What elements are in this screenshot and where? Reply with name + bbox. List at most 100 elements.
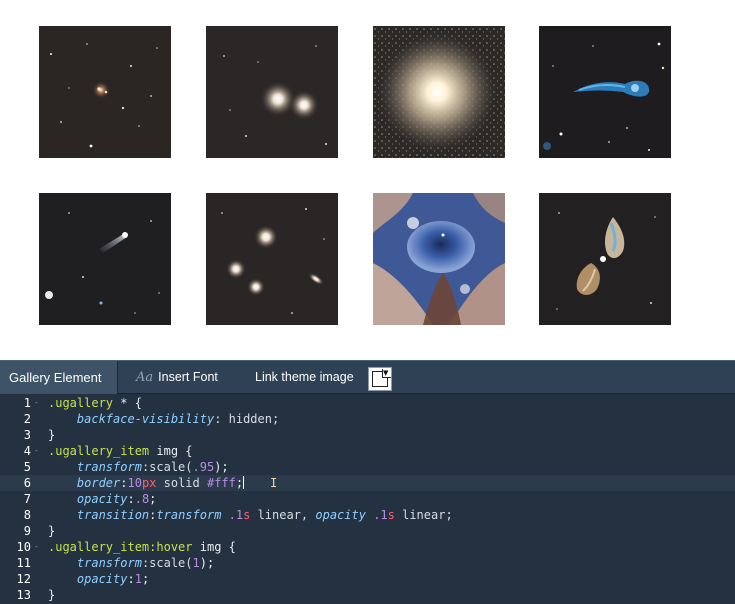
code-token: transform <box>76 460 142 474</box>
code-token: s <box>387 508 395 522</box>
line-gutter: 4- <box>0 443 44 459</box>
code-line[interactable]: 5 transform:scale(.95); <box>0 459 735 475</box>
gallery-image-nebula-clouds[interactable] <box>373 193 505 325</box>
code-line[interactable]: 8 transition:transform .1s linear, opaci… <box>0 507 735 523</box>
line-number: 10 <box>16 540 31 554</box>
code-token: .8 <box>134 492 150 506</box>
tab-gallery-element[interactable]: Gallery Element <box>0 361 118 394</box>
code-token: * { <box>113 396 142 410</box>
code-token: .1 <box>228 508 244 522</box>
line-number: 1 <box>23 396 31 410</box>
code-line[interactable]: 12 opacity:1; <box>0 571 735 587</box>
insert-font-label: Insert Font <box>158 370 218 384</box>
twin-galaxies-image <box>206 26 338 158</box>
insert-font-button[interactable]: Aa Insert Font <box>136 361 218 394</box>
code-line[interactable]: 4- .ugallery_item img { <box>0 443 735 459</box>
line-gutter: 1- <box>0 395 44 411</box>
line-gutter: 2 <box>0 411 44 427</box>
code-token: border <box>76 476 121 490</box>
code-token: backface-visibility <box>76 412 215 426</box>
gallery-image-galaxy-sparse-field[interactable] <box>39 26 171 158</box>
code-token: transform <box>76 556 142 570</box>
comet-galaxy-image <box>39 193 171 325</box>
gallery-image-comet-galaxy[interactable] <box>39 193 171 325</box>
code-token: ; <box>235 476 244 490</box>
code-token: 1 <box>192 556 200 570</box>
text-caret <box>243 476 245 489</box>
code-token: ); <box>199 556 215 570</box>
line-number: 2 <box>23 412 31 426</box>
nebula-clouds-image <box>373 193 505 325</box>
css-editor-panel: Gallery Element Aa Insert Font Link theme… <box>0 360 735 604</box>
line-number: 11 <box>16 556 31 570</box>
code-token: } <box>48 428 56 442</box>
code-token: ); <box>214 460 229 474</box>
code-token: ; <box>149 492 157 506</box>
code-token: .ugallery_item <box>48 444 150 458</box>
code-editor[interactable]: 1- .ugallery * {2 backface-visibility: hi… <box>0 395 735 604</box>
code-line[interactable]: 9} <box>0 523 735 539</box>
code-line[interactable]: 3} <box>0 427 735 443</box>
code-token: .95 <box>192 460 215 474</box>
code-text: .ugallery_item img { <box>48 443 193 459</box>
code-token: :scale( <box>141 556 193 570</box>
fold-toggle-icon[interactable]: - <box>34 539 39 555</box>
gallery-image-bipolar-nebula[interactable] <box>539 193 671 325</box>
code-token: opacity <box>315 508 366 522</box>
code-text: border:10px solid #fff; <box>48 475 245 491</box>
code-token: 10 <box>127 476 142 490</box>
code-line[interactable]: 11 transform:scale(1); <box>0 555 735 571</box>
galaxy-sparse-field-image <box>39 26 171 158</box>
code-token: ; <box>141 572 150 586</box>
code-token: linear; <box>394 508 453 522</box>
code-token: : <box>120 476 128 490</box>
code-line[interactable]: 6 I border:10px solid #fff; <box>0 475 735 491</box>
line-number: 8 <box>23 508 31 522</box>
code-token: solid <box>156 476 207 490</box>
gallery-image-galaxy-group[interactable] <box>206 193 338 325</box>
code-token: } <box>48 524 56 538</box>
galaxy-group-image <box>206 193 338 325</box>
code-token: linear, <box>250 508 316 522</box>
mouse-ibeam-icon: I <box>270 476 278 490</box>
code-token: px <box>141 476 157 490</box>
code-line[interactable]: 2 backface-visibility: hidden; <box>0 411 735 427</box>
blue-tadpole-galaxy-image <box>539 26 671 158</box>
code-token: : <box>127 572 135 586</box>
gallery-image-globular-cluster[interactable] <box>373 26 505 158</box>
line-gutter: 9 <box>0 523 44 539</box>
code-text: .ugallery * { <box>48 395 142 411</box>
line-gutter: 5 <box>0 459 44 475</box>
theme-image-dropdown-button[interactable]: ▼ <box>368 367 392 391</box>
code-token: opacity <box>76 492 128 506</box>
code-line[interactable]: 7 opacity:.8; <box>0 491 735 507</box>
fold-toggle-icon[interactable]: - <box>34 443 39 459</box>
code-text: .ugallery_item:hover img { <box>48 539 236 555</box>
code-token: transition <box>76 508 150 522</box>
line-gutter: 6 <box>0 475 44 491</box>
gallery-image-twin-galaxies[interactable] <box>206 26 338 158</box>
gallery-image-blue-tadpole-galaxy[interactable] <box>539 26 671 158</box>
code-token: img { <box>192 540 236 554</box>
code-text: transition:transform .1s linear, opacity… <box>48 507 453 523</box>
fold-toggle-icon[interactable]: - <box>34 395 39 411</box>
code-line[interactable]: 1- .ugallery * { <box>0 395 735 411</box>
code-line[interactable]: 10- .ugallery_item:hover img { <box>0 539 735 555</box>
code-token: img { <box>149 444 193 458</box>
code-text: opacity:1; <box>48 571 149 587</box>
bipolar-nebula-image <box>539 193 671 325</box>
link-theme-image-button[interactable]: Link theme image <box>255 361 354 394</box>
line-gutter: 8 <box>0 507 44 523</box>
line-gutter: 12 <box>0 571 44 587</box>
globular-cluster-image <box>373 26 505 158</box>
code-line[interactable]: 13} <box>0 587 735 603</box>
code-text: transform:scale(.95); <box>48 459 229 475</box>
line-number: 4 <box>23 444 31 458</box>
code-text: backface-visibility: hidden; <box>48 411 279 427</box>
